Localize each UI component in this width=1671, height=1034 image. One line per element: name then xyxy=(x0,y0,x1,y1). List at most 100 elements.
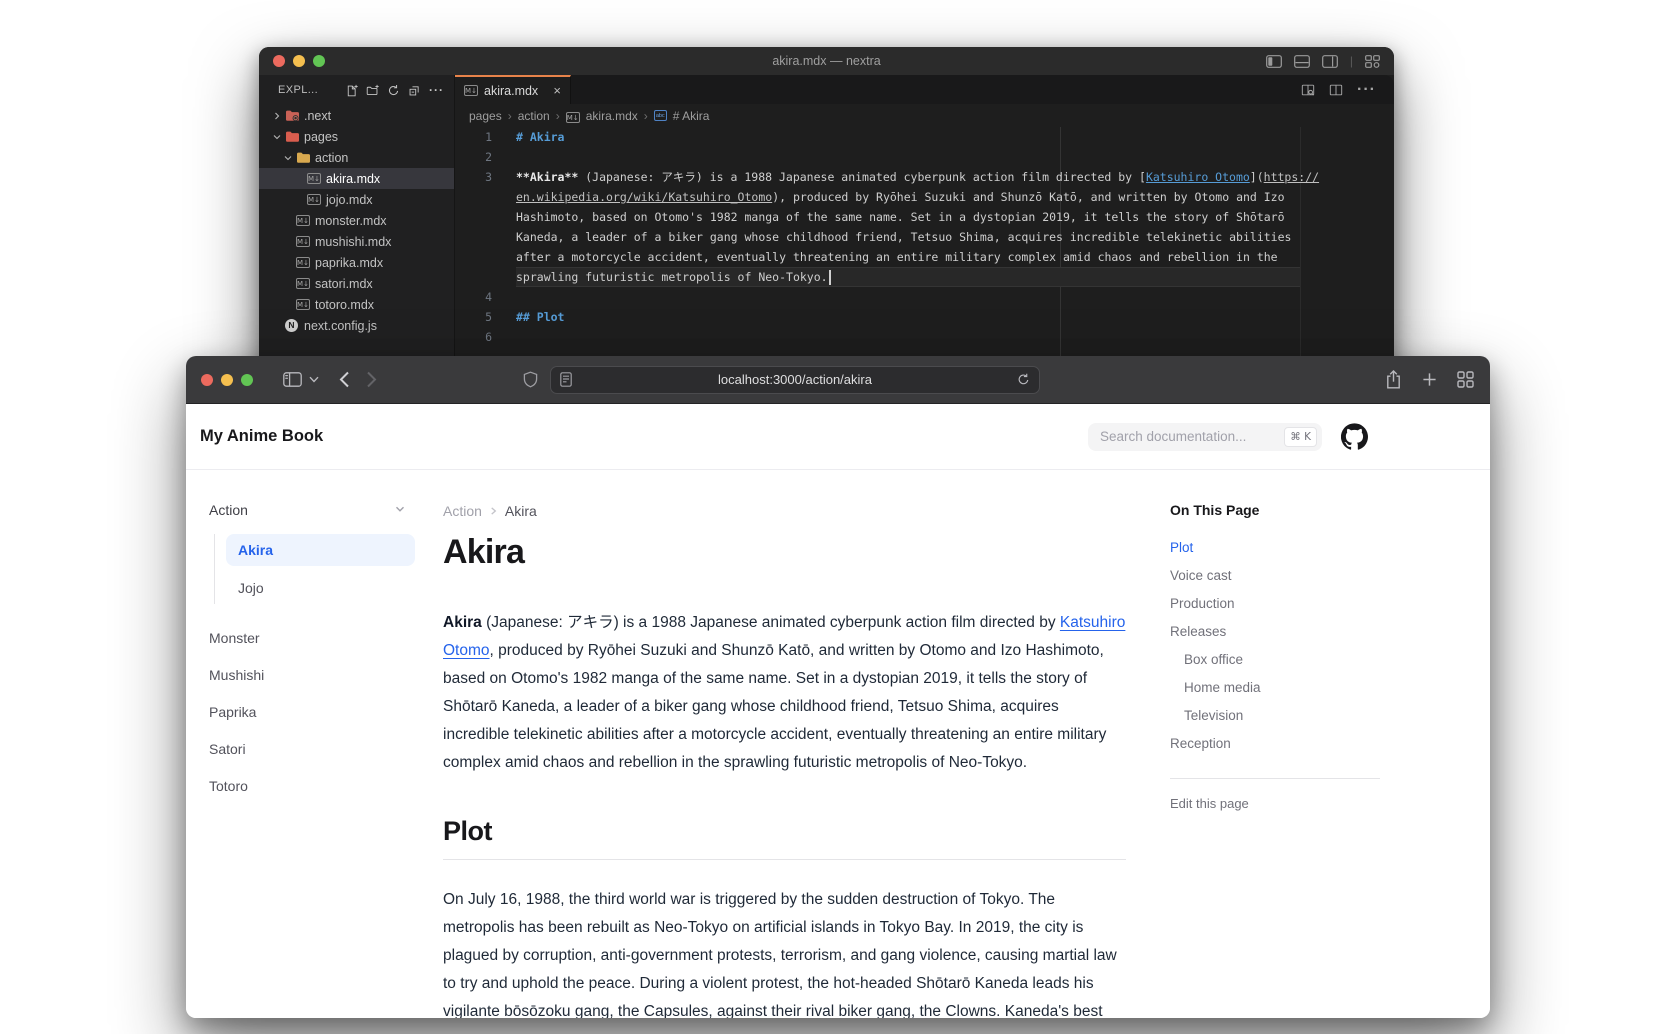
sidebar-item-jojo[interactable]: Jojo xyxy=(226,572,415,604)
toggle-panel-icon[interactable] xyxy=(1294,55,1310,68)
chevron-down-icon[interactable] xyxy=(309,376,319,383)
tab-overview-icon[interactable] xyxy=(1457,371,1474,388)
file-tree-item-action[interactable]: action xyxy=(259,147,454,168)
sidebar-item-mushishi[interactable]: Mushishi xyxy=(197,661,415,689)
minimize-button[interactable] xyxy=(221,374,233,386)
toggle-secondary-sidebar-icon[interactable] xyxy=(1322,55,1338,68)
toc-item-box-office[interactable]: Box office xyxy=(1170,652,1380,667)
collapse-folders-icon[interactable] xyxy=(408,84,421,97)
sidebar-section-label: Action xyxy=(209,502,248,518)
line-number xyxy=(455,247,516,267)
file-tree-item-next[interactable]: .next xyxy=(259,105,454,126)
file-tree-item-mushishi-mdx[interactable]: M↓mushishi.mdx xyxy=(259,231,454,252)
new-tab-icon[interactable] xyxy=(1422,372,1437,387)
customize-layout-icon[interactable] xyxy=(1365,55,1380,68)
mdx-icon: M↓ xyxy=(296,299,315,310)
toc-item-releases[interactable]: Releases xyxy=(1170,624,1380,639)
code-text: sprawling futuristic metropolis of Neo-T… xyxy=(516,267,1300,287)
toggle-primary-sidebar-icon[interactable] xyxy=(1266,55,1282,68)
search-box[interactable]: ⌘ K xyxy=(1088,423,1322,451)
split-editor-icon[interactable] xyxy=(1329,83,1343,97)
toc-item-voice-cast[interactable]: Voice cast xyxy=(1170,568,1380,583)
vscode-titlebar: akira.mdx — nextra | xyxy=(259,47,1394,75)
safari-toolbar: localhost:3000/action/akira xyxy=(186,356,1490,404)
split-editor-search-icon[interactable] xyxy=(1301,83,1315,97)
zoom-button[interactable] xyxy=(241,374,253,386)
intro-paragraph: Akira (Japanese: アキラ) is a 1988 Japanese… xyxy=(443,609,1126,777)
edit-page-link[interactable]: Edit this page xyxy=(1170,796,1380,811)
titlebar-separator: | xyxy=(1350,54,1353,68)
code-line: Hashimoto, based on Otomo's 1982 manga o… xyxy=(455,207,1394,227)
code-token: (Japanese: アキラ) is a 1988 Japanese anima… xyxy=(578,170,1146,184)
file-tree-label: totoro.mdx xyxy=(315,298,374,312)
explorer-more-actions-icon[interactable]: ··· xyxy=(429,83,444,97)
mdx-icon: M↓ xyxy=(307,173,326,184)
code-line: 3**Akira** (Japanese: アキラ) is a 1988 Jap… xyxy=(455,167,1394,187)
code-token: ]( xyxy=(1250,170,1264,184)
minimize-button[interactable] xyxy=(293,55,305,67)
mdx-icon: M↓ xyxy=(296,257,315,268)
address-bar[interactable]: localhost:3000/action/akira xyxy=(550,366,1040,394)
file-tree-item-next-config-js[interactable]: Nnext.config.js xyxy=(259,315,454,336)
forward-button[interactable] xyxy=(366,371,377,388)
sidebar-item-monster[interactable]: Monster xyxy=(197,624,415,652)
sidebar-section-action[interactable]: Action xyxy=(197,496,415,524)
refresh-explorer-icon[interactable] xyxy=(387,84,400,97)
toc-item-plot[interactable]: Plot xyxy=(1170,540,1380,555)
breadcrumb-item[interactable]: action xyxy=(518,109,550,123)
toc-item-television[interactable]: Television xyxy=(1170,708,1380,723)
chevron-down-icon xyxy=(394,502,406,518)
close-button[interactable] xyxy=(201,374,213,386)
sidebar-item-akira[interactable]: Akira xyxy=(226,534,415,566)
toc-item-home-media[interactable]: Home media xyxy=(1170,680,1380,695)
breadcrumb-section[interactable]: Action xyxy=(443,503,482,519)
vscode-traffic-lights xyxy=(273,55,333,67)
file-tree-item-paprika-mdx[interactable]: M↓paprika.mdx xyxy=(259,252,454,273)
mdx-file-icon: M↓ xyxy=(464,85,478,96)
code-text: Hashimoto, based on Otomo's 1982 manga o… xyxy=(516,207,1285,227)
toc-item-reception[interactable]: Reception xyxy=(1170,736,1380,751)
code-text: en.wikipedia.org/wiki/Katsuhiro_Otomo), … xyxy=(516,187,1285,207)
line-number: 1 xyxy=(455,127,516,147)
close-tab-icon[interactable]: × xyxy=(553,83,561,98)
sidebar-toggle-icon[interactable] xyxy=(283,372,302,387)
code-text: # Akira xyxy=(516,127,564,147)
sidebar-item-paprika[interactable]: Paprika xyxy=(197,698,415,726)
privacy-shield-icon[interactable] xyxy=(523,371,538,388)
sidebar-item-totoro[interactable]: Totoro xyxy=(197,772,415,800)
file-tree-item-totoro-mdx[interactable]: M↓totoro.mdx xyxy=(259,294,454,315)
new-folder-icon[interactable] xyxy=(366,84,379,97)
reload-icon[interactable] xyxy=(1017,373,1030,386)
file-tree-item-monster-mdx[interactable]: M↓monster.mdx xyxy=(259,210,454,231)
nextjs-icon: N xyxy=(285,319,304,332)
file-tree-item-jojo-mdx[interactable]: M↓jojo.mdx xyxy=(259,189,454,210)
sidebar-item-satori[interactable]: Satori xyxy=(197,735,415,763)
file-tree-item-satori-mdx[interactable]: M↓satori.mdx xyxy=(259,273,454,294)
file-tree-item-pages[interactable]: pages xyxy=(259,126,454,147)
breadcrumb-item[interactable]: pages xyxy=(469,109,502,123)
editor-tab-akira-mdx[interactable]: M↓ akira.mdx × xyxy=(455,75,571,104)
new-file-icon[interactable] xyxy=(345,84,358,97)
breadcrumb-item[interactable]: # Akira xyxy=(673,109,710,123)
line-number: 3 xyxy=(455,167,516,187)
explorer-header-label: EXPL... xyxy=(278,84,318,96)
symbol-abc-icon: abc xyxy=(654,110,667,121)
site-title[interactable]: My Anime Book xyxy=(200,427,323,446)
toc-list: Plot Voice cast Production Releases Box offi… xyxy=(1170,540,1380,751)
code-line: 2 xyxy=(455,147,1394,167)
zoom-button[interactable] xyxy=(313,55,325,67)
share-icon[interactable] xyxy=(1385,370,1402,389)
code-token: Hashimoto, based on Otomo's 1982 manga o… xyxy=(516,210,1285,224)
breadcrumb-item[interactable]: akira.mdx xyxy=(586,109,638,123)
chevron-down-icon xyxy=(282,150,294,166)
chevron-right-icon xyxy=(269,110,285,122)
reader-icon[interactable] xyxy=(560,372,572,387)
code-text: after a motorcycle accident, eventually … xyxy=(516,247,1278,267)
file-tree-item-akira-mdx[interactable]: M↓akira.mdx xyxy=(259,168,454,189)
toc-item-production[interactable]: Production xyxy=(1170,596,1380,611)
github-link[interactable] xyxy=(1341,423,1368,450)
close-button[interactable] xyxy=(273,55,285,67)
breadcrumb-separator: › xyxy=(556,109,560,123)
editor-more-actions-icon[interactable]: ··· xyxy=(1357,81,1376,99)
back-button[interactable] xyxy=(339,371,350,388)
